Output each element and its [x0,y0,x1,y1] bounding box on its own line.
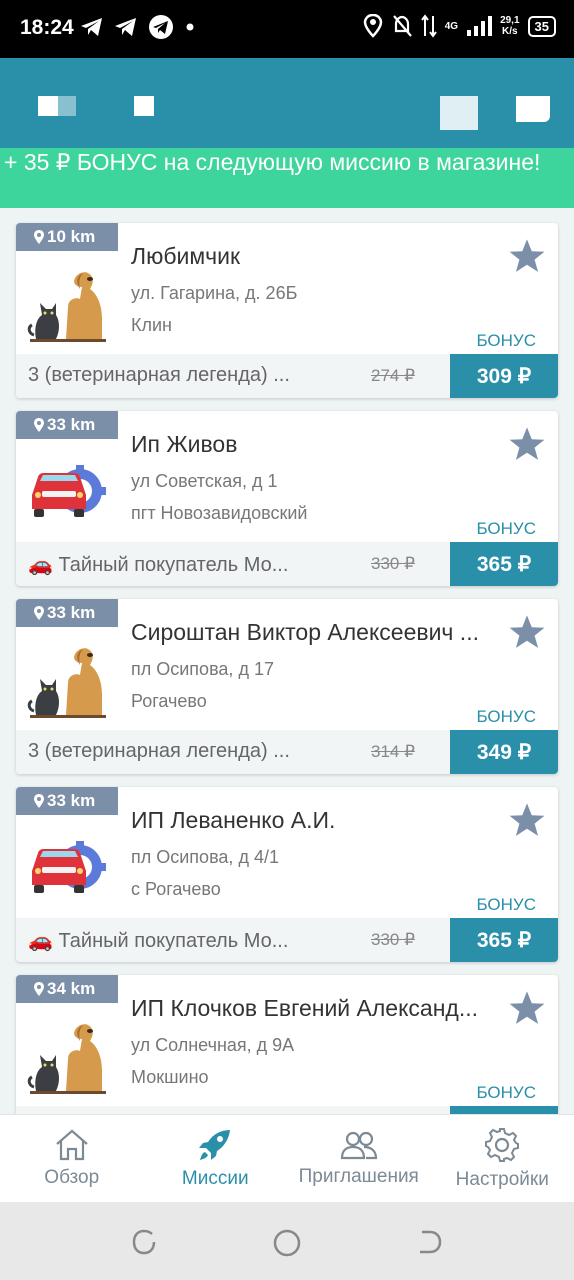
mission-address: ул Солнечная, д 9А [131,1035,295,1055]
nav-settings[interactable]: Настройки [431,1115,574,1202]
bonus-label: БОНУС [476,707,536,726]
mission-description: 3 (ветеринарная легенда) ... [28,364,290,386]
home-icon [56,1129,88,1160]
card-footer: 3 (ветеринарная легенда) ... 274 ₽ 309 ₽ [16,354,558,398]
favorite-star-icon[interactable] [508,801,546,839]
car-service-icon [32,465,106,517]
nav-overview[interactable]: Обзор [0,1115,144,1202]
menu-icon[interactable] [38,96,58,116]
dog-cat-icon [27,272,106,342]
telegram-icon [81,18,102,36]
mission-title: Ип Живов [131,431,238,457]
mission-address: пл Осипова, д 4/1 [131,847,279,867]
bonus-label: БОНУС [476,519,536,538]
wallet-icon[interactable] [440,96,478,130]
favorite-star-icon[interactable] [508,237,546,275]
nav-invitations[interactable]: Приглашения [287,1115,431,1202]
mission-card[interactable]: 33 km Ип Живов ул Советская, д 1 пгт Нов… [16,411,558,586]
mission-city: с Рогачево [131,879,221,899]
back-icon[interactable] [416,1228,444,1256]
old-price: 274 ₽ [371,366,415,385]
mission-title: ИП Клочков Евгений Александ... [131,995,478,1021]
chat-icon[interactable] [516,96,550,122]
mission-address: ул Советская, д 1 [131,471,278,491]
pin-icon [34,606,44,620]
card-footer: 🚗 Тайный покупатель Мо... 330 ₽ 365 ₽ [16,542,558,586]
notification-icons [80,14,196,40]
mission-card[interactable]: 34 km ИП Клочков Евгений Александ... ул … [16,975,558,1114]
people-icon [340,1131,377,1159]
mission-description: 3 (ветеринарная легенда) ... [28,740,290,762]
pin-icon [34,418,44,432]
status-bar: 18:24 4G 29,1 K/s 35 [0,0,574,58]
header-icon-secondary [58,96,76,116]
mission-card[interactable]: 33 km Сироштан Виктор Алексеевич ... пл … [16,599,558,774]
car-service-icon [32,841,106,893]
mission-list[interactable]: 10 km Любимчик ул. Гагарина, д. 26Б Клин… [0,208,574,1114]
bonus-banner[interactable]: + 35 ₽ БОНУС на следующую миссию в магаз… [0,148,574,208]
favorite-star-icon[interactable] [508,613,546,651]
status-time: 18:24 [20,16,74,39]
home-circle-icon[interactable] [272,1228,302,1258]
system-nav-bar [0,1202,574,1280]
pin-icon [34,230,44,244]
pin-icon [34,794,44,808]
mission-title: Любимчик [131,243,241,269]
bonus-label: БОНУС [476,1083,536,1102]
card-footer [16,1106,558,1114]
mission-city: Клин [131,315,172,335]
old-price: 330 ₽ [371,930,415,949]
net-speed: 29,1 K/s [500,15,520,37]
mission-description: 🚗 Тайный покупатель Мо... [28,930,289,952]
dog-cat-icon [27,648,106,718]
mission-title: Сироштан Виктор Алексеевич ... [131,619,479,645]
card-footer: 3 (ветеринарная легенда) ... 314 ₽ 349 ₽ [16,730,558,774]
telegram-icon [115,18,136,36]
distance-badge: 33 km [16,787,118,815]
pin-icon [34,982,44,996]
price-button[interactable]: 365 ₽ [450,542,558,586]
mission-city: Мокшино [131,1067,209,1087]
signal-icon [467,16,493,36]
mission-city: пгт Новозавидовский [131,503,308,523]
bottom-navigation: Обзор Миссии Приглашения Настройки [0,1114,574,1202]
mission-address: ул. Гагарина, д. 26Б [131,283,298,303]
mission-card[interactable]: 10 km Любимчик ул. Гагарина, д. 26Б Клин… [16,223,558,398]
old-price: 330 ₽ [371,554,415,573]
price-button[interactable]: 309 ₽ [450,354,558,398]
location-icon [363,14,382,38]
logo-icon [134,96,154,116]
mission-card[interactable]: 33 km ИП Леваненко А.И. пл Осипова, д 4/… [16,787,558,962]
recents-icon[interactable] [130,1228,158,1256]
distance-badge: 33 km [16,599,118,627]
system-indicators: 4G 29,1 K/s 35 [363,14,556,38]
favorite-star-icon[interactable] [508,425,546,463]
card-footer: 🚗 Тайный покупатель Мо... 330 ₽ 365 ₽ [16,918,558,962]
telegram-circle-icon [149,15,173,39]
battery-indicator: 35 [527,15,556,37]
bonus-label: БОНУС [476,895,536,914]
distance-badge: 10 km [16,223,118,251]
mission-title: ИП Леваненко А.И. [131,807,336,833]
gear-icon [485,1127,520,1162]
dog-cat-icon [27,1024,106,1094]
distance-badge: 33 km [16,411,118,439]
nav-missions[interactable]: Миссии [144,1115,288,1202]
mission-address: пл Осипова, д 17 [131,659,274,679]
mission-city: Рогачево [131,691,207,711]
dot-icon [186,23,194,31]
bonus-label: БОНУС [476,331,536,350]
price-button[interactable] [450,1106,558,1114]
price-button[interactable]: 365 ₽ [450,918,558,962]
price-button[interactable]: 349 ₽ [450,730,558,774]
rocket-icon [199,1129,231,1160]
old-price: 314 ₽ [371,742,415,761]
app-header [0,58,574,148]
distance-badge: 34 km [16,975,118,1003]
network-type: 4G [444,20,459,32]
mission-description: 🚗 Тайный покупатель Мо... [28,554,289,576]
data-arrows-icon [420,14,437,38]
favorite-star-icon[interactable] [508,989,546,1027]
bell-off-icon [392,15,412,37]
